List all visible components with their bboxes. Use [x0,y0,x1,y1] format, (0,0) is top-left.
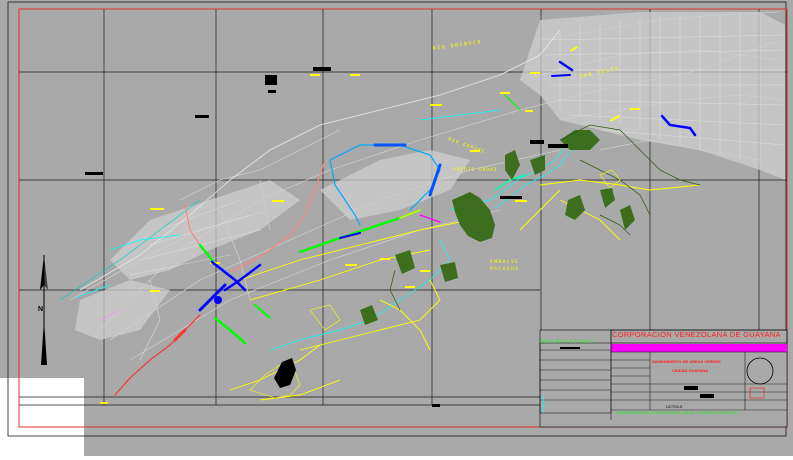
roundabout [214,296,222,304]
title-footer: VICEPRESIDENCIA CORPORATIVA DE OBRAS Y S… [616,411,738,415]
label-embalse-macagua-2: MACAGUA [490,266,519,272]
title-organization: CORPORACION VENEZOLANA DE GUAYANA [612,330,781,339]
observations-header: OBSERVACIONES [540,340,595,345]
cad-drawing-sheet: RIO ORINOCO SAN FELIX RIO CARONI PUERTO … [0,0,793,456]
sheet-number: UCT04-5 [666,404,683,409]
title-city: CIUDAD GUAYANA [672,368,709,373]
north-arrow-letter: N [38,306,44,313]
title-project: SANEAMIENTO DE AREAS VERDES [652,359,721,364]
viewport-corner [0,378,84,456]
label-puerto-ordaz: PUERTO ORDAZ [453,167,498,173]
label-embalse-macagua-1: EMBALSE [490,259,519,265]
cad-plan-canvas: RIO ORINOCO SAN FELIX RIO CARONI PUERTO … [0,0,793,456]
title-bar [611,344,787,352]
